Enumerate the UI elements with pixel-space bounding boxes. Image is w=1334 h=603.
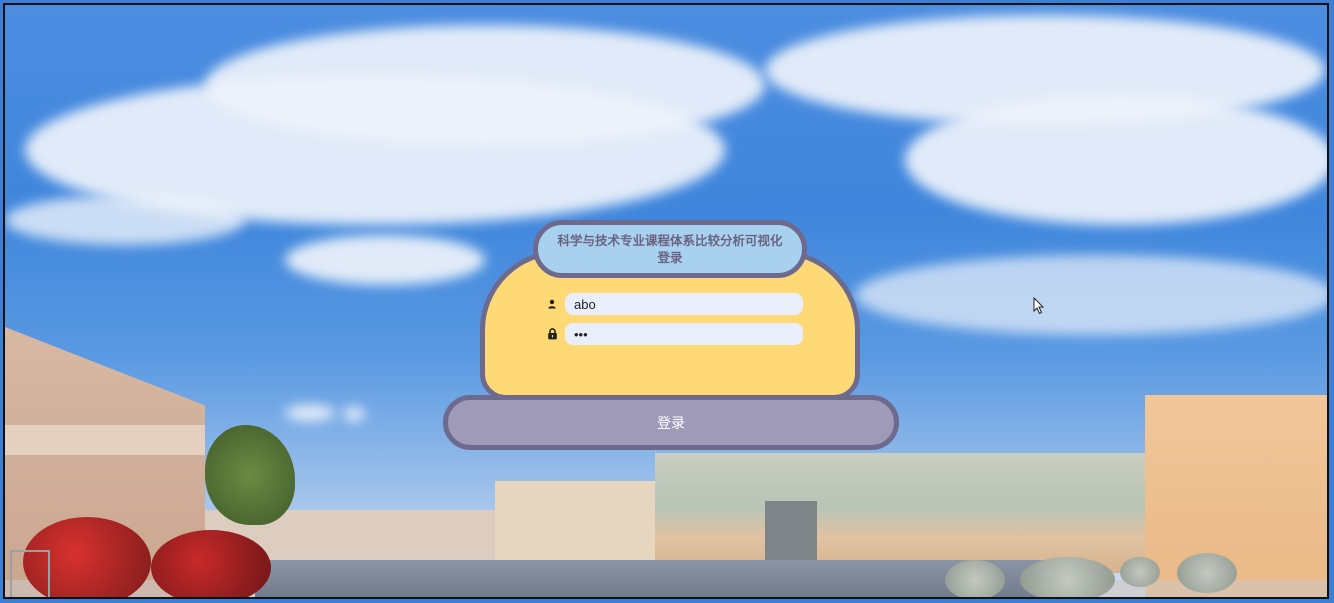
login-title-box: 科学与技术专业课程体系比较分析可视化登录	[533, 220, 807, 278]
background-warehouse	[655, 453, 1145, 573]
username-row	[545, 293, 803, 315]
cloud	[855, 255, 1327, 335]
shrub	[1177, 553, 1237, 593]
password-row	[545, 323, 803, 345]
user-icon	[545, 297, 559, 311]
cloud	[5, 195, 245, 245]
login-title: 科学与技术专业课程体系比较分析可视化登录	[557, 233, 783, 265]
cloud	[285, 405, 335, 421]
login-button-label: 登录	[657, 415, 685, 432]
cloud	[205, 25, 765, 145]
login-button[interactable]: 登录	[443, 395, 899, 450]
lock-icon	[545, 327, 559, 341]
shrub	[945, 560, 1005, 597]
shrub	[1120, 557, 1160, 587]
background-building	[495, 481, 660, 566]
cloud	[343, 407, 365, 421]
password-input[interactable]	[565, 323, 803, 345]
background-building-right	[1145, 395, 1327, 597]
shrub	[1020, 557, 1115, 597]
building-stripe	[5, 425, 205, 455]
red-bush	[151, 530, 271, 597]
cloud	[285, 235, 485, 285]
lift-cage	[10, 550, 50, 597]
cloud	[905, 95, 1327, 225]
mouse-cursor-icon	[1033, 297, 1045, 315]
username-input[interactable]	[565, 293, 803, 315]
